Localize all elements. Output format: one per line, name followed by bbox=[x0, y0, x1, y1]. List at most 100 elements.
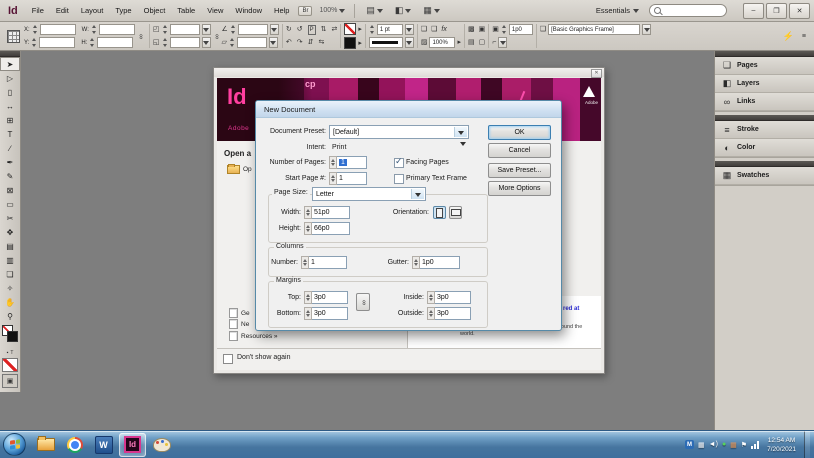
intent-dropdown-arrow[interactable] bbox=[460, 142, 466, 166]
tool-selection[interactable]: ➤ bbox=[0, 57, 20, 71]
reference-point-proxy[interactable] bbox=[7, 29, 20, 43]
taskbar-chrome-button[interactable] bbox=[61, 433, 88, 457]
network-signal-icon[interactable] bbox=[751, 440, 760, 449]
tool-eyedropper[interactable]: ✧ bbox=[0, 281, 20, 295]
scale-x-stepper[interactable] bbox=[162, 24, 168, 35]
restore-button[interactable]: ❐ bbox=[766, 2, 787, 19]
action-center-flag-icon[interactable]: ⚑ bbox=[741, 441, 747, 449]
apply-none-button[interactable] bbox=[2, 358, 18, 372]
dialog-titlebar[interactable]: New Document bbox=[256, 101, 561, 118]
cancel-button[interactable]: Cancel bbox=[488, 143, 551, 158]
margin-bottom-value[interactable]: 3p0 bbox=[312, 307, 348, 320]
facing-pages-checkbox[interactable]: ✓ bbox=[394, 156, 404, 168]
fx-button[interactable]: fx bbox=[441, 24, 446, 35]
start-page-field[interactable]: 1 bbox=[329, 172, 367, 185]
rotation-field[interactable] bbox=[237, 24, 268, 35]
tool-zoom[interactable]: ⚲ bbox=[0, 309, 20, 323]
minimize-button[interactable]: – bbox=[743, 2, 764, 19]
corner-radius-stepper[interactable] bbox=[501, 24, 507, 35]
page-size-dropdown[interactable]: Letter bbox=[312, 187, 426, 201]
stroke-weight-dropdown[interactable] bbox=[404, 24, 414, 35]
menu-window[interactable]: Window bbox=[229, 6, 268, 15]
formatting-affects-icons[interactable]: ▪ T bbox=[0, 349, 20, 357]
tool-gradient-swatch[interactable]: ▤ bbox=[0, 239, 20, 253]
x-stepper[interactable] bbox=[32, 24, 38, 35]
pages-stepper[interactable] bbox=[329, 156, 337, 169]
community-link-fragment[interactable]: red at bbox=[563, 306, 579, 312]
panel-button-pages[interactable]: ❑ Pages bbox=[715, 57, 814, 75]
tray-messenger-icon[interactable]: ● bbox=[722, 441, 726, 448]
object-effects-icon[interactable]: ▣ bbox=[479, 24, 486, 35]
screen-mode-button[interactable]: ◧ bbox=[395, 5, 412, 16]
scale-y-dropdown[interactable] bbox=[201, 37, 211, 48]
gutter-value[interactable]: 1p0 bbox=[420, 256, 460, 269]
opacity-flyout-icon[interactable]: ▸ bbox=[457, 37, 461, 48]
menu-object[interactable]: Object bbox=[138, 6, 172, 15]
fill-stroke-proxy[interactable] bbox=[0, 323, 20, 349]
open-recent-item[interactable]: Op bbox=[227, 164, 252, 174]
menu-help[interactable]: Help bbox=[268, 6, 295, 15]
corner-radius-field[interactable]: 1p0 bbox=[508, 24, 533, 35]
width-value[interactable]: 51p0 bbox=[312, 206, 350, 219]
tool-gap[interactable]: ↔ bbox=[0, 99, 20, 113]
arrange-documents-button[interactable]: ▦ bbox=[423, 5, 440, 16]
columns-number-field[interactable]: 1 bbox=[301, 256, 347, 269]
object-style-arrow[interactable] bbox=[642, 24, 652, 35]
tray-app-icon[interactable]: ▦ bbox=[730, 441, 737, 449]
height-stepper[interactable] bbox=[304, 222, 312, 235]
h-stepper[interactable] bbox=[89, 37, 95, 48]
volume-icon[interactable]: ◄) bbox=[709, 441, 718, 448]
shear-stepper[interactable] bbox=[229, 37, 235, 48]
shear-dropdown[interactable] bbox=[268, 37, 278, 48]
tray-update-icon[interactable]: ▦ bbox=[698, 441, 705, 449]
y-field[interactable] bbox=[39, 37, 76, 48]
menu-file[interactable]: File bbox=[26, 6, 50, 15]
object-style-dropdown[interactable]: [Basic Graphics Frame] bbox=[548, 24, 641, 35]
tool-hand[interactable]: ✋ bbox=[0, 295, 20, 309]
opacity-field[interactable]: 100% bbox=[429, 37, 456, 48]
apply-color-button[interactable]: ▣ bbox=[2, 374, 18, 388]
tool-scissors[interactable]: ✂ bbox=[0, 211, 20, 225]
margins-link-button[interactable]: ∞ bbox=[356, 293, 370, 311]
wrap-none-icon[interactable]: ▢ bbox=[479, 37, 486, 48]
margin-outside-stepper[interactable] bbox=[427, 307, 435, 320]
fill-black-swatch-icon[interactable] bbox=[7, 331, 18, 342]
panel-button-stroke[interactable]: ≡ Stroke bbox=[715, 121, 814, 139]
margin-top-value[interactable]: 3p0 bbox=[312, 291, 348, 304]
rotation-dropdown[interactable] bbox=[269, 24, 279, 35]
y-stepper[interactable] bbox=[31, 37, 37, 48]
h-field[interactable] bbox=[97, 37, 134, 48]
view-options-button[interactable]: ▤ bbox=[366, 5, 383, 16]
start-page-stepper[interactable] bbox=[329, 172, 337, 185]
tool-rectangle[interactable]: ▭ bbox=[0, 197, 20, 211]
bridge-button[interactable]: Br bbox=[298, 5, 313, 16]
w-field[interactable] bbox=[98, 24, 135, 35]
show-desktop-button[interactable] bbox=[804, 430, 810, 458]
tool-frame[interactable]: ⊠ bbox=[0, 183, 20, 197]
number-of-pages-field[interactable]: 1 bbox=[329, 156, 367, 169]
stroke-weight-field[interactable]: 1 pt bbox=[376, 24, 403, 35]
scale-x-field[interactable] bbox=[169, 24, 200, 35]
tray-app-m-icon[interactable]: M bbox=[685, 440, 695, 449]
stroke-weight-stepper[interactable] bbox=[369, 24, 375, 35]
taskbar-paint-button[interactable] bbox=[148, 433, 175, 457]
panel-button-layers[interactable]: ◧ Layers bbox=[715, 75, 814, 93]
document-preset-dropdown[interactable]: [Default] bbox=[329, 125, 469, 139]
taskbar-explorer-button[interactable] bbox=[32, 433, 59, 457]
wrap-icon[interactable]: ▤ bbox=[468, 37, 475, 48]
gutter-stepper[interactable] bbox=[412, 256, 420, 269]
taskbar-indesign-button[interactable]: Id bbox=[119, 432, 146, 457]
workspace-switcher[interactable]: Essentials bbox=[596, 5, 639, 16]
margin-inside-stepper[interactable] bbox=[427, 291, 435, 304]
margin-bottom-field[interactable]: 3p0 bbox=[304, 307, 348, 320]
margin-top-field[interactable]: 3p0 bbox=[304, 291, 348, 304]
scale-y-stepper[interactable] bbox=[162, 37, 168, 48]
rotation-stepper[interactable] bbox=[230, 24, 236, 35]
effects-icon[interactable]: ❑ bbox=[431, 24, 437, 35]
flip-vertical-icon[interactable]: ⇅ bbox=[321, 24, 327, 35]
rotate-cw-icon[interactable]: ↻ bbox=[286, 24, 292, 35]
tool-gradient-feather[interactable]: ▥ bbox=[0, 253, 20, 267]
search-input[interactable] bbox=[649, 4, 727, 17]
orientation-landscape-button[interactable] bbox=[449, 206, 462, 219]
select-content-icon[interactable]: ⇆ bbox=[318, 37, 324, 48]
